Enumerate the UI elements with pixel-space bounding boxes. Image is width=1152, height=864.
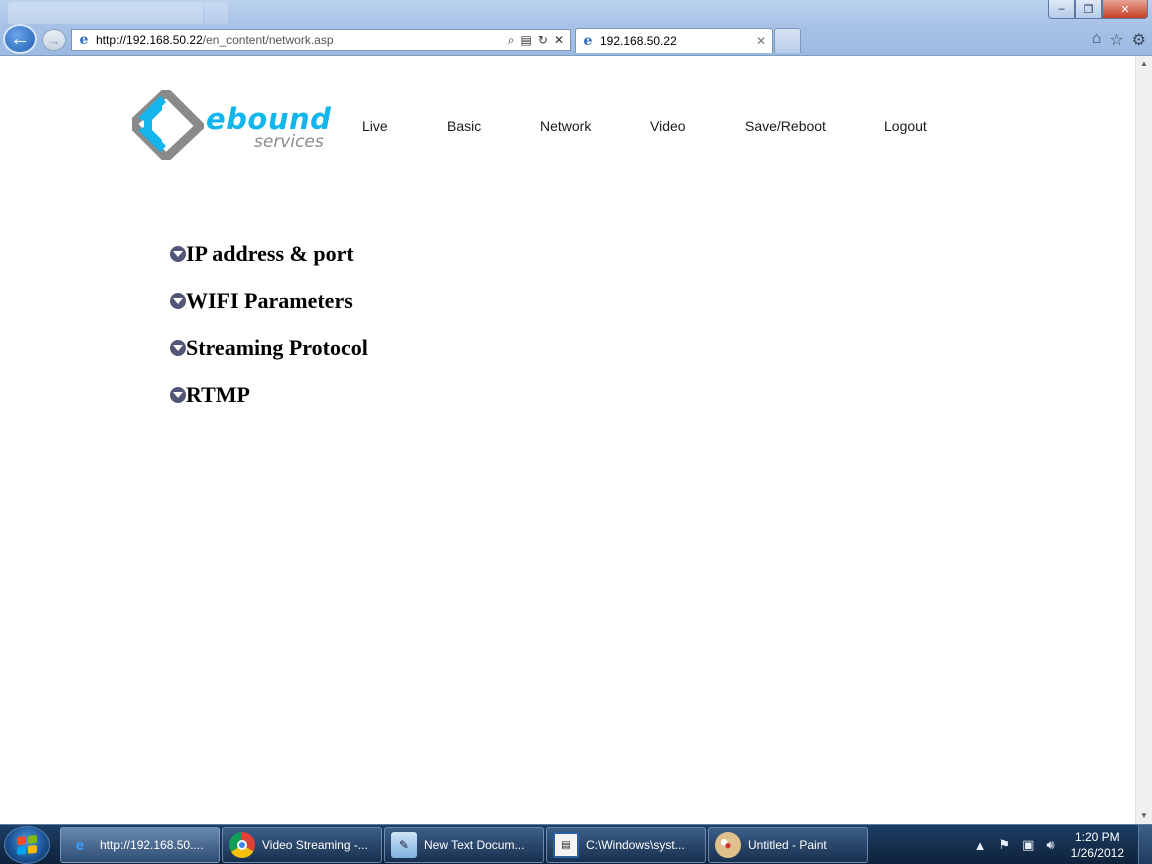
- windows-taskbar: e http://192.168.50.... Video Streaming …: [0, 824, 1152, 864]
- back-arrow-icon: ←: [10, 27, 30, 50]
- page-viewport: ebound services Live Basic Network Video…: [0, 56, 1135, 824]
- background-window-tab: [8, 2, 203, 24]
- windows-logo-icon: [17, 834, 37, 856]
- network-icon[interactable]: ▣: [1022, 837, 1034, 853]
- section-label: RTMP: [186, 381, 250, 407]
- section-wifi-parameters[interactable]: WIFI Parameters: [170, 277, 368, 324]
- section-label: IP address & port: [186, 240, 354, 266]
- new-tab-button[interactable]: [774, 28, 801, 53]
- taskbar-item-notepad[interactable]: ✎ New Text Docum...: [384, 827, 544, 863]
- show-hidden-icons-icon[interactable]: ▲: [974, 838, 987, 853]
- logo-sub-text: services: [254, 132, 324, 152]
- favorites-star-icon[interactable]: ☆: [1109, 30, 1123, 50]
- close-window-button[interactable]: ✕: [1102, 0, 1148, 19]
- refresh-icon[interactable]: ↻: [538, 33, 548, 48]
- browser-titlebar: – ❐ ✕ ← → e http://192.168.50.22/en_cont…: [0, 0, 1152, 56]
- minimize-button[interactable]: –: [1048, 0, 1075, 19]
- tab-favicon-icon: e: [583, 33, 593, 49]
- expand-arrow-icon: [170, 339, 186, 356]
- section-streaming-protocol[interactable]: Streaming Protocol: [170, 324, 368, 371]
- taskbar-item-label: New Text Docum...: [424, 838, 525, 852]
- vertical-scrollbar[interactable]: ▲ ▼: [1135, 56, 1152, 824]
- expand-arrow-icon: [170, 245, 186, 262]
- tools-gear-icon[interactable]: ⚙: [1132, 30, 1146, 50]
- section-label: WIFI Parameters: [186, 287, 353, 313]
- section-ip-address-port[interactable]: IP address & port: [170, 230, 368, 277]
- scroll-up-icon[interactable]: ▲: [1136, 56, 1152, 72]
- restore-button[interactable]: ❐: [1075, 0, 1102, 19]
- ebound-logo[interactable]: ebound services: [132, 90, 331, 160]
- internet-explorer-icon: e: [79, 32, 89, 48]
- chrome-icon: [229, 832, 255, 858]
- taskbar-item-label: Video Streaming -...: [262, 838, 368, 852]
- tab-title: 192.168.50.22: [600, 34, 677, 48]
- browser-tab-active[interactable]: e 192.168.50.22 ✕: [575, 28, 773, 53]
- address-bar[interactable]: e http://192.168.50.22/en_content/networ…: [71, 29, 571, 51]
- expand-arrow-icon: [170, 292, 186, 309]
- taskbar-item-label: Untitled - Paint: [748, 838, 827, 852]
- nav-video[interactable]: Video: [650, 118, 686, 134]
- nav-live[interactable]: Live: [362, 118, 388, 134]
- address-url-host: http://192.168.50.22: [96, 33, 203, 47]
- forward-arrow-icon: →: [47, 32, 61, 48]
- tab-close-icon[interactable]: ✕: [756, 34, 772, 48]
- home-icon[interactable]: ⌂: [1092, 30, 1102, 50]
- section-label: Streaming Protocol: [186, 334, 368, 360]
- address-url[interactable]: http://192.168.50.22/en_content/network.…: [96, 33, 508, 47]
- expand-arrow-icon: [170, 386, 186, 403]
- taskbar-item-label: http://192.168.50....: [100, 838, 204, 852]
- clock-date: 1/26/2012: [1070, 846, 1124, 860]
- internet-explorer-icon: e: [75, 836, 85, 854]
- nav-save-reboot[interactable]: Save/Reboot: [745, 118, 826, 134]
- network-sections: IP address & port WIFI Parameters Stream…: [170, 230, 368, 418]
- forward-button[interactable]: →: [42, 29, 66, 51]
- paint-palette-icon: ●: [715, 832, 741, 858]
- show-desktop-button[interactable]: [1138, 825, 1152, 864]
- console-icon: ▤: [553, 832, 579, 858]
- clock[interactable]: 1:20 PM 1/26/2012: [1071, 829, 1124, 861]
- stop-icon[interactable]: ✕: [554, 33, 564, 48]
- nav-logout[interactable]: Logout: [884, 118, 927, 134]
- taskbar-item-paint[interactable]: ● Untitled - Paint: [708, 827, 868, 863]
- nav-basic[interactable]: Basic: [447, 118, 481, 134]
- section-rtmp[interactable]: RTMP: [170, 371, 368, 418]
- system-tray: ▲ ⚑ ▣ 🔊︎ 1:20 PM 1/26/2012: [968, 825, 1152, 864]
- action-center-flag-icon[interactable]: ⚑: [998, 837, 1010, 853]
- command-icons: ⌂ ☆ ⚙: [1092, 30, 1146, 50]
- logo-main-text: ebound: [206, 102, 332, 136]
- logo-diamond-icon: [132, 90, 204, 160]
- taskbar-item-internet-explorer[interactable]: e http://192.168.50....: [60, 827, 220, 863]
- taskbar-item-label: C:\Windows\syst...: [586, 838, 685, 852]
- start-button[interactable]: [4, 826, 50, 864]
- back-button[interactable]: ←: [3, 24, 37, 54]
- taskbar-item-console[interactable]: ▤ C:\Windows\syst...: [546, 827, 706, 863]
- volume-icon[interactable]: 🔊︎: [1046, 837, 1054, 853]
- scroll-down-icon[interactable]: ▼: [1136, 808, 1152, 824]
- nav-network[interactable]: Network: [540, 118, 591, 134]
- background-window-tab-2: [204, 2, 228, 24]
- logo-text: ebound services: [206, 102, 332, 152]
- search-icon[interactable]: ⌕: [508, 33, 515, 48]
- window-controls: – ❐ ✕: [1048, 0, 1148, 19]
- clock-time: 1:20 PM: [1074, 830, 1120, 844]
- compatibility-view-icon[interactable]: ▤: [521, 33, 532, 48]
- address-tools: ⌕ ▤ ↻ ✕: [508, 33, 570, 48]
- notepad-icon: ✎: [391, 832, 417, 858]
- address-url-path: /en_content/network.asp: [202, 33, 334, 47]
- taskbar-item-chrome[interactable]: Video Streaming -...: [222, 827, 382, 863]
